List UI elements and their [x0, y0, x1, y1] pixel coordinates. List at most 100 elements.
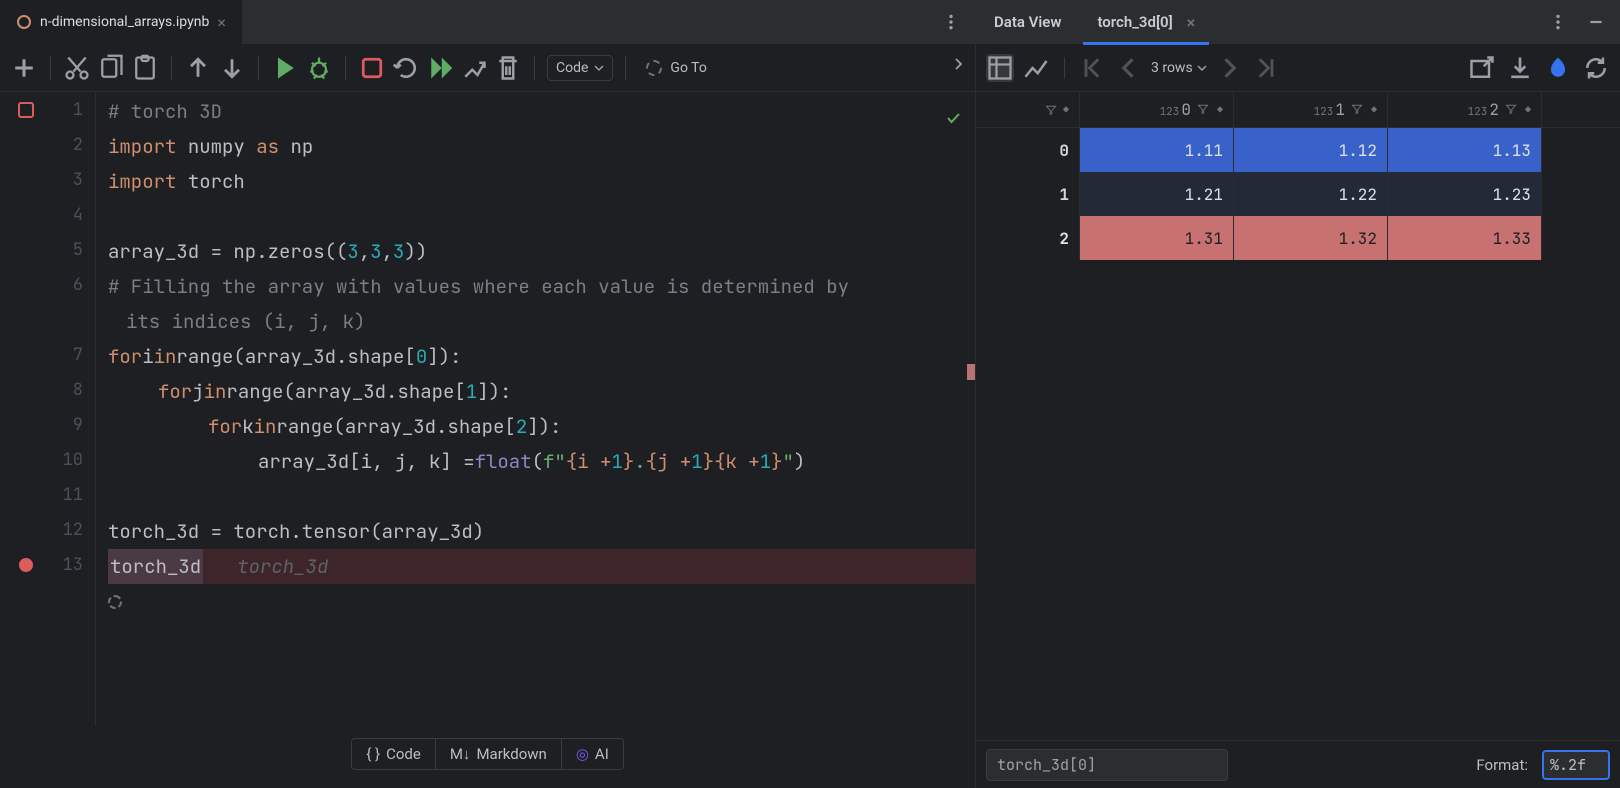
- filter-icon: [1351, 103, 1363, 115]
- line-number: 2: [52, 127, 83, 162]
- code-editor[interactable]: 1 2 3 4 5 6 7 8 9 10 11 12 13 # torch 3D…: [0, 92, 975, 726]
- loading-spinner-icon: [646, 60, 662, 76]
- cell-type-label: Code: [556, 60, 588, 76]
- next-page-button[interactable]: [1215, 54, 1243, 82]
- first-page-button[interactable]: [1079, 54, 1107, 82]
- row-index: 1: [976, 172, 1080, 216]
- row-index: 0: [976, 128, 1080, 172]
- column-header-1[interactable]: 1231 ◆: [1234, 92, 1388, 127]
- format-input[interactable]: [1542, 750, 1610, 780]
- cell[interactable]: 1.31: [1080, 216, 1234, 260]
- close-icon[interactable]: ×: [217, 13, 226, 32]
- filter-icon: [1197, 103, 1209, 115]
- table-row[interactable]: 2 1.31 1.32 1.33: [976, 216, 1620, 260]
- line-number: 6: [52, 267, 83, 302]
- right-tab-bar: Data View torch_3d[0] ×: [976, 0, 1620, 44]
- minimap-marker: [967, 364, 975, 380]
- code-body[interactable]: # torch 3D import numpy as np import tor…: [96, 92, 975, 726]
- cell[interactable]: 1.33: [1388, 216, 1542, 260]
- editor-tab-bar: n-dimensional_arrays.ipynb ×: [0, 0, 975, 44]
- ai-swirl-icon: ◎: [576, 745, 589, 763]
- kebab-icon[interactable]: [1546, 10, 1570, 34]
- export-button[interactable]: [1506, 54, 1534, 82]
- tab-data-view[interactable]: Data View: [976, 0, 1079, 44]
- tab-notebook[interactable]: n-dimensional_arrays.ipynb ×: [0, 0, 243, 44]
- stop-button[interactable]: [358, 54, 386, 82]
- grid-header: ◆ 1230 ◆ 1231 ◆ 1232 ◆: [976, 92, 1620, 128]
- table-view-button[interactable]: [986, 54, 1014, 82]
- restart-button[interactable]: [392, 54, 420, 82]
- add-markdown-cell-button[interactable]: M↓ Markdown: [436, 738, 562, 770]
- sort-icon: ◆: [1063, 103, 1069, 116]
- cut-button[interactable]: [63, 54, 91, 82]
- run-cell-button[interactable]: [271, 54, 299, 82]
- new-tab-button[interactable]: [1468, 54, 1496, 82]
- breakpoint-gutter[interactable]: [0, 92, 52, 726]
- notebook-toolbar: Code Go To: [0, 44, 975, 92]
- cell[interactable]: 1.23: [1388, 172, 1542, 216]
- filter-icon: [1045, 104, 1057, 116]
- jupyter-icon: [16, 14, 32, 30]
- rows-count[interactable]: 3 rows: [1151, 60, 1207, 76]
- inline-hint: torch_3d: [237, 549, 328, 584]
- kebab-icon[interactable]: [939, 10, 963, 34]
- data-view-toolbar: 3 rows: [976, 44, 1620, 92]
- cell[interactable]: 1.13: [1388, 128, 1542, 172]
- line-number: 5: [52, 232, 83, 267]
- close-icon[interactable]: ×: [1187, 13, 1196, 32]
- line-number: 8: [52, 372, 83, 407]
- numeric-icon: 123: [1160, 105, 1180, 119]
- last-page-button[interactable]: [1251, 54, 1279, 82]
- chart-view-button[interactable]: [1022, 54, 1050, 82]
- line-number: 10: [52, 442, 83, 477]
- copy-button[interactable]: [97, 54, 125, 82]
- sort-icon: ◆: [1371, 103, 1377, 116]
- add-cell-button[interactable]: [10, 54, 38, 82]
- column-header-0[interactable]: 1230 ◆: [1080, 92, 1234, 127]
- cell[interactable]: 1.11: [1080, 128, 1234, 172]
- add-ai-cell-button[interactable]: ◎ AI: [562, 738, 624, 770]
- cell[interactable]: 1.21: [1080, 172, 1234, 216]
- row-index: 2: [976, 216, 1080, 260]
- line-number: 12: [52, 512, 83, 547]
- cell[interactable]: 1.32: [1234, 216, 1388, 260]
- delete-cell-button[interactable]: [494, 54, 522, 82]
- heatmap-button[interactable]: [1544, 54, 1572, 82]
- expression-input[interactable]: [986, 749, 1228, 781]
- column-header-2[interactable]: 1232 ◆: [1388, 92, 1542, 127]
- format-label: Format:: [1476, 756, 1528, 774]
- cell[interactable]: 1.22: [1234, 172, 1388, 216]
- minimize-icon[interactable]: [1584, 10, 1608, 34]
- data-grid[interactable]: ◆ 1230 ◆ 1231 ◆ 1232 ◆ 0 1.11 1.12 1.13 …: [976, 92, 1620, 740]
- prev-page-button[interactable]: [1115, 54, 1143, 82]
- table-row[interactable]: 1 1.21 1.22 1.23: [976, 172, 1620, 216]
- line-number: 1: [52, 92, 83, 127]
- debug-cell-button[interactable]: [305, 54, 333, 82]
- refresh-button[interactable]: [1582, 54, 1610, 82]
- cell-run-stop-icon[interactable]: [18, 102, 34, 118]
- tab-tensor[interactable]: torch_3d[0] ×: [1079, 0, 1213, 44]
- code-icon: { }: [366, 745, 380, 763]
- goto-label: Go To: [670, 60, 706, 76]
- sort-icon: ◆: [1217, 103, 1223, 116]
- move-up-button[interactable]: [184, 54, 212, 82]
- paste-button[interactable]: [131, 54, 159, 82]
- run-all-button[interactable]: [426, 54, 454, 82]
- numeric-icon: 123: [1314, 105, 1334, 119]
- table-row[interactable]: 0 1.11 1.12 1.13: [976, 128, 1620, 172]
- expression-bar: Format:: [976, 740, 1620, 788]
- chevron-right-icon[interactable]: [951, 56, 965, 75]
- index-header[interactable]: ◆: [976, 92, 1080, 127]
- cell-type-select[interactable]: Code: [547, 55, 613, 81]
- cell[interactable]: 1.12: [1234, 128, 1388, 172]
- goto-widget[interactable]: Go To: [646, 60, 706, 76]
- line-gutter: 1 2 3 4 5 6 7 8 9 10 11 12 13: [52, 92, 96, 726]
- add-code-cell-button[interactable]: { } Code: [351, 738, 436, 770]
- check-ok-icon: [945, 102, 961, 137]
- line-number: 7: [52, 337, 83, 372]
- breakpoint-icon[interactable]: [19, 558, 33, 572]
- add-cell-bar: { } Code M↓ Markdown ◎ AI: [0, 726, 975, 788]
- clear-output-button[interactable]: [460, 54, 488, 82]
- move-down-button[interactable]: [218, 54, 246, 82]
- markdown-icon: M↓: [450, 745, 471, 763]
